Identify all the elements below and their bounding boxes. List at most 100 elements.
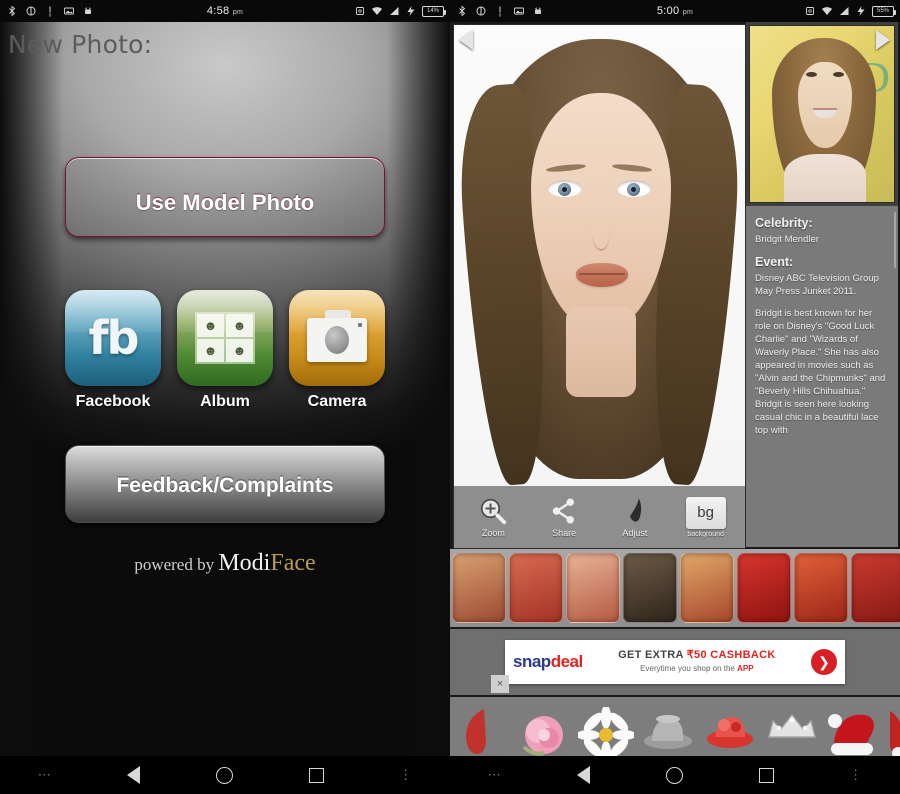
- ad-headline: GET EXTRA ₹50 CASHBACK: [583, 649, 811, 662]
- ad-band: × snapdeal GET EXTRA ₹50 CASHBACK Everyt…: [450, 629, 900, 695]
- camera-flash-dot: [358, 323, 362, 327]
- ad-headline-plain: GET EXTRA: [618, 649, 687, 661]
- source-camera[interactable]: Camera: [289, 290, 385, 411]
- album-icon: ☻ ☻ ☻ ☻: [177, 290, 273, 386]
- camera-icon: [289, 290, 385, 386]
- hair-swatch[interactable]: [737, 553, 791, 623]
- ad-cta-button[interactable]: ❯: [811, 649, 837, 675]
- celebrity-eye-right: [833, 72, 844, 77]
- screen-rotation-icon: [356, 7, 364, 15]
- back-button[interactable]: [127, 766, 141, 784]
- celebrity-photo[interactable]: D: [749, 25, 895, 203]
- battery-icon: 14%: [422, 5, 446, 17]
- modiface-logo: ModiFace: [218, 550, 315, 576]
- home-button[interactable]: [665, 766, 683, 784]
- next-celebrity-arrow[interactable]: [876, 30, 890, 50]
- event-heading: Event:: [755, 255, 794, 269]
- model-photo-canvas[interactable]: Zoom Share Adjust bg background: [453, 24, 746, 549]
- right-status-bar: 0 5:00 pm 55%: [450, 0, 900, 22]
- background-button[interactable]: bg background: [675, 496, 737, 538]
- adjust-button[interactable]: Adjust: [604, 496, 666, 538]
- album-grid: ☻ ☻ ☻ ☻: [195, 312, 255, 364]
- photo-source-row: fb Facebook ☻ ☻ ☻ ☻ Album Camera: [65, 290, 385, 411]
- share-icon: [552, 498, 575, 524]
- background-icon: bg: [685, 496, 726, 529]
- nav-overflow-dots[interactable]: ⋯: [488, 767, 502, 783]
- feedback-label: Feedback/Complaints: [116, 474, 334, 497]
- ad-brand-snap: snap: [513, 652, 551, 671]
- nav-menu-kebab[interactable]: ⋮: [399, 768, 412, 781]
- smiley-icon: ☻: [197, 314, 224, 337]
- ad-subline-accent: APP: [737, 664, 754, 673]
- info-scrollbar[interactable]: [894, 212, 896, 268]
- editor-toolbar: Zoom Share Adjust bg background: [454, 486, 745, 548]
- iris: [627, 183, 640, 196]
- signal-icon: [840, 7, 849, 15]
- hair-swatch[interactable]: [623, 553, 677, 623]
- share-label: Share: [552, 528, 577, 538]
- celebrity-eye-left: [806, 72, 817, 77]
- smiley-icon: ☻: [226, 339, 253, 362]
- zoom-icon: [481, 498, 507, 525]
- hair-swatch[interactable]: [794, 553, 848, 623]
- ad-close-button[interactable]: ×: [491, 675, 509, 693]
- right-phone-screen: 0 5:00 pm 55% Zoom Share Adjust bg backg…: [450, 0, 900, 794]
- nav-overflow-dots[interactable]: ⋯: [38, 767, 52, 783]
- nav-menu-kebab[interactable]: ⋮: [849, 768, 862, 781]
- facebook-glyph: fb: [88, 311, 140, 365]
- hair-swatch[interactable]: [680, 553, 734, 623]
- signal-icon: [390, 7, 399, 15]
- recents-button[interactable]: [308, 767, 324, 783]
- powered-by-credit: powered by ModiFace: [0, 550, 450, 577]
- hair-swatch[interactable]: [452, 553, 506, 623]
- facebook-icon: fb: [65, 290, 161, 386]
- hair-swatch[interactable]: [566, 553, 620, 623]
- iris: [558, 183, 571, 196]
- model-neck: [566, 307, 636, 397]
- bg-chip-label: bg: [697, 504, 714, 521]
- recents-button[interactable]: [758, 767, 774, 783]
- hair-editor-screen: Zoom Share Adjust bg background D Celebr…: [450, 22, 900, 778]
- source-facebook[interactable]: fb Facebook: [65, 290, 161, 411]
- ad-headline-accent: ₹50 CASHBACK: [686, 649, 776, 661]
- hair-swatch[interactable]: [509, 553, 563, 623]
- ad-brand-deal: deal: [550, 652, 584, 671]
- snapdeal-ad-banner[interactable]: × snapdeal GET EXTRA ₹50 CASHBACK Everyt…: [491, 640, 845, 693]
- source-album[interactable]: ☻ ☻ ☻ ☻ Album: [177, 290, 273, 411]
- adjust-label: Adjust: [622, 528, 648, 538]
- share-button[interactable]: Share: [533, 496, 595, 538]
- brand-face: Face: [270, 550, 316, 576]
- ad-copy: GET EXTRA ₹50 CASHBACK Everytime you sho…: [583, 649, 811, 675]
- camera-body: [307, 310, 367, 362]
- charging-icon: [407, 6, 415, 16]
- smiley-icon: ☻: [226, 314, 253, 337]
- screen-rotation-icon: [806, 7, 814, 15]
- back-button[interactable]: [577, 766, 591, 784]
- celebrity-info-panel[interactable]: Celebrity: Bridgit Mendler Event: Disney…: [746, 206, 898, 547]
- right-nav-bar: ⋯ ⋮: [450, 756, 900, 794]
- adjust-brush-icon: [629, 498, 641, 522]
- charging-icon: [857, 6, 865, 16]
- source-facebook-label: Facebook: [75, 393, 151, 410]
- hair-color-swatch-strip[interactable]: [450, 549, 900, 627]
- source-album-label: Album: [200, 393, 250, 410]
- feedback-button[interactable]: Feedback/Complaints: [65, 445, 385, 523]
- new-photo-panel: New Photo: Use Model Photo fb Facebook ☻…: [0, 22, 450, 756]
- celebrity-name: Bridgit Mendler: [755, 234, 819, 245]
- powered-prefix: powered by: [134, 555, 215, 574]
- dual-screenshot: 0 4:58 pm 14% New Photo: Use Model Photo: [0, 0, 900, 794]
- celebrity-bio: Bridgit is best known for her role on Di…: [755, 308, 886, 436]
- background-label: background: [687, 530, 724, 538]
- zoom-button[interactable]: Zoom: [462, 496, 524, 538]
- wifi-icon: [822, 7, 832, 15]
- model-eye-left: [548, 180, 582, 197]
- use-model-photo-button[interactable]: Use Model Photo: [65, 157, 385, 237]
- hair-swatch[interactable]: [851, 553, 900, 623]
- home-button[interactable]: [215, 766, 233, 784]
- wifi-icon: [372, 7, 382, 15]
- editor-area: Zoom Share Adjust bg background D Celebr…: [450, 22, 900, 549]
- model-portrait: [454, 25, 745, 548]
- camera-lens: [325, 326, 349, 354]
- previous-look-arrow[interactable]: [459, 30, 473, 50]
- page-title: New Photo:: [8, 30, 153, 59]
